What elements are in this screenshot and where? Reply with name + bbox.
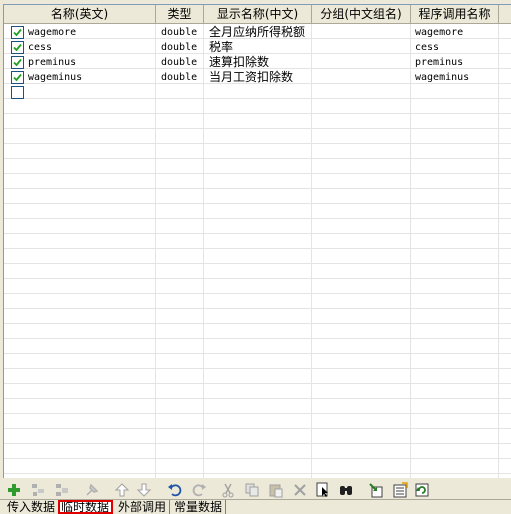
cell-type[interactable]: double xyxy=(161,70,203,85)
col-header-group[interactable]: 分组(中文组名) xyxy=(312,5,411,23)
table-row[interactable]: preminus double 速算扣除数 preminus xyxy=(4,55,511,70)
cell-call-name[interactable]: cess xyxy=(415,40,498,55)
cell-group[interactable] xyxy=(316,55,410,70)
cell-group[interactable] xyxy=(316,70,410,85)
cell-call-name[interactable]: preminus xyxy=(415,55,498,70)
data-grid: 名称(英文) 类型 显示名称(中文) 分组(中文组名) 程序调用名称 wagem… xyxy=(3,4,511,478)
select-icon[interactable] xyxy=(316,482,332,498)
copy-icon[interactable] xyxy=(244,482,260,498)
cell-type[interactable]: double xyxy=(161,40,203,55)
add-child-icon[interactable] xyxy=(30,482,46,498)
table-row[interactable]: wageminus double 当月工资扣除数 wageminus xyxy=(4,70,511,85)
export-icon[interactable] xyxy=(392,482,408,498)
cell-name[interactable]: preminus xyxy=(28,55,154,70)
cell-type[interactable]: double xyxy=(161,55,203,70)
cell-call-name[interactable]: wagemore xyxy=(415,25,498,40)
cell-name[interactable]: wageminus xyxy=(28,70,154,85)
tab-external-call[interactable]: 外部调用 xyxy=(115,500,171,514)
cut-icon[interactable] xyxy=(220,482,236,498)
col-header-filler xyxy=(499,5,511,23)
window: 名称(英文) 类型 显示名称(中文) 分组(中文组名) 程序调用名称 wagem… xyxy=(0,0,511,514)
tab-constant-data[interactable]: 常量数据 xyxy=(171,500,227,514)
pin-icon[interactable] xyxy=(84,482,100,498)
cell-call-name[interactable]: wageminus xyxy=(415,70,498,85)
tab-temp-data[interactable]: 临时数据 xyxy=(58,500,114,514)
table-row-new[interactable] xyxy=(4,85,511,100)
cell-display[interactable]: 全月应纳所得税额 xyxy=(209,25,311,40)
cell-name[interactable]: wagemore xyxy=(28,25,154,40)
cell-display[interactable]: 税率 xyxy=(209,40,311,55)
cell-display[interactable]: 速算扣除数 xyxy=(209,55,311,70)
redo-icon[interactable] xyxy=(191,482,207,498)
row-checkbox[interactable] xyxy=(11,71,24,84)
toolbar xyxy=(0,480,511,499)
row-checkbox[interactable] xyxy=(11,26,24,39)
grid-header: 名称(英文) 类型 显示名称(中文) 分组(中文组名) 程序调用名称 xyxy=(4,5,511,24)
row-checkbox[interactable] xyxy=(11,56,24,69)
cell-group[interactable] xyxy=(316,25,410,40)
col-header-call-name[interactable]: 程序调用名称 xyxy=(411,5,499,23)
col-header-display[interactable]: 显示名称(中文) xyxy=(204,5,312,23)
table-row[interactable]: wagemore double 全月应纳所得税额 wagemore xyxy=(4,25,511,40)
refresh-icon[interactable] xyxy=(414,482,430,498)
find-icon[interactable] xyxy=(338,482,354,498)
cell-name[interactable]: cess xyxy=(28,40,154,55)
move-up-icon[interactable] xyxy=(114,482,130,498)
cell-display[interactable]: 当月工资扣除数 xyxy=(209,70,311,85)
col-header-type[interactable]: 类型 xyxy=(156,5,204,23)
insert-icon[interactable] xyxy=(54,482,70,498)
tab-input-data[interactable]: 传入数据 xyxy=(4,500,60,514)
sheet-tabs: 传入数据 临时数据 外部调用 常量数据 xyxy=(0,499,511,514)
cell-type[interactable]: double xyxy=(161,25,203,40)
undo-icon[interactable] xyxy=(167,482,183,498)
add-icon[interactable] xyxy=(6,482,22,498)
move-down-icon[interactable] xyxy=(136,482,152,498)
delete-icon[interactable] xyxy=(292,482,308,498)
cell-group[interactable] xyxy=(316,40,410,55)
import-icon[interactable] xyxy=(368,482,384,498)
paste-icon[interactable] xyxy=(268,482,284,498)
row-checkbox[interactable] xyxy=(11,41,24,54)
table-row[interactable]: cess double 税率 cess xyxy=(4,40,511,55)
col-header-name[interactable]: 名称(英文) xyxy=(4,5,156,23)
row-checkbox[interactable] xyxy=(11,86,24,99)
